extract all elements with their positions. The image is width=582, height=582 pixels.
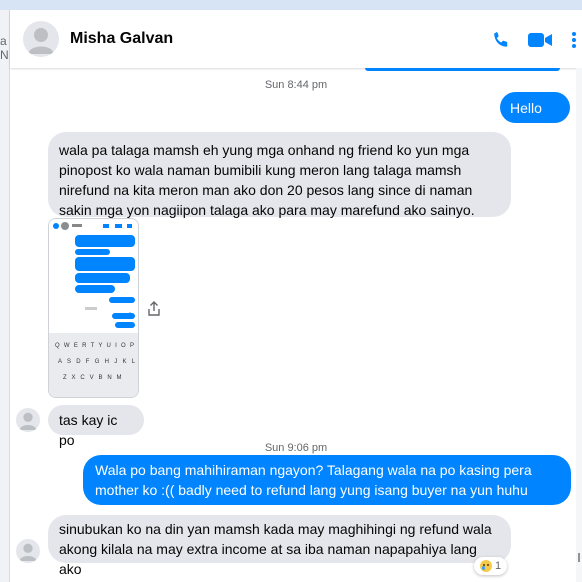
chat-scrollbar[interactable] [576,68,582,582]
share-icon[interactable] [146,301,162,317]
reaction-count: 1 [495,560,502,572]
contact-name[interactable]: Misha Galvan [70,30,173,48]
outgoing-message[interactable]: Wala po bang mahihiraman ngayon? Talagan… [83,455,571,505]
contact-avatar-small[interactable] [16,408,40,432]
left-list-fragment: a N [0,34,9,62]
timestamp: Sun 9:06 pm [264,442,328,454]
video-camera-icon[interactable] [527,30,553,50]
contact-avatar[interactable] [23,21,59,57]
chat-header: Misha Galvan [10,10,582,68]
previous-message-edge [365,68,560,71]
shared-screenshot-image[interactable]: Q W E R T Y U I O P A S D F G H J K L Z … [48,218,139,398]
screenshot-chat-preview [49,219,138,328]
keyboard-row: Q W E R T Y U I O P [55,343,136,349]
screenshot-keyboard: Q W E R T Y U I O P A S D F G H J K L Z … [49,333,138,397]
more-options-icon[interactable] [568,30,580,50]
crying-face-icon [480,560,492,572]
message-reaction[interactable]: 1 [474,557,508,575]
share-icon[interactable] [574,552,582,568]
contact-avatar-small[interactable] [16,539,40,563]
incoming-message[interactable]: sinubukan ko na din yan mamsh kada may m… [48,515,511,577]
keyboard-row: Z X C V B N M [63,375,124,381]
timestamp: Sun 8:44 pm [264,79,328,91]
incoming-message[interactable]: tas kay ic po [48,405,144,448]
keyboard-row: A S D F G H J K L [58,359,137,365]
outgoing-message[interactable]: Hello po [500,92,570,136]
phone-icon[interactable] [490,30,512,50]
incoming-message[interactable]: wala pa talaga mamsh eh yung mga onhand … [48,132,511,218]
conversation-list-edge: a N [0,10,10,582]
